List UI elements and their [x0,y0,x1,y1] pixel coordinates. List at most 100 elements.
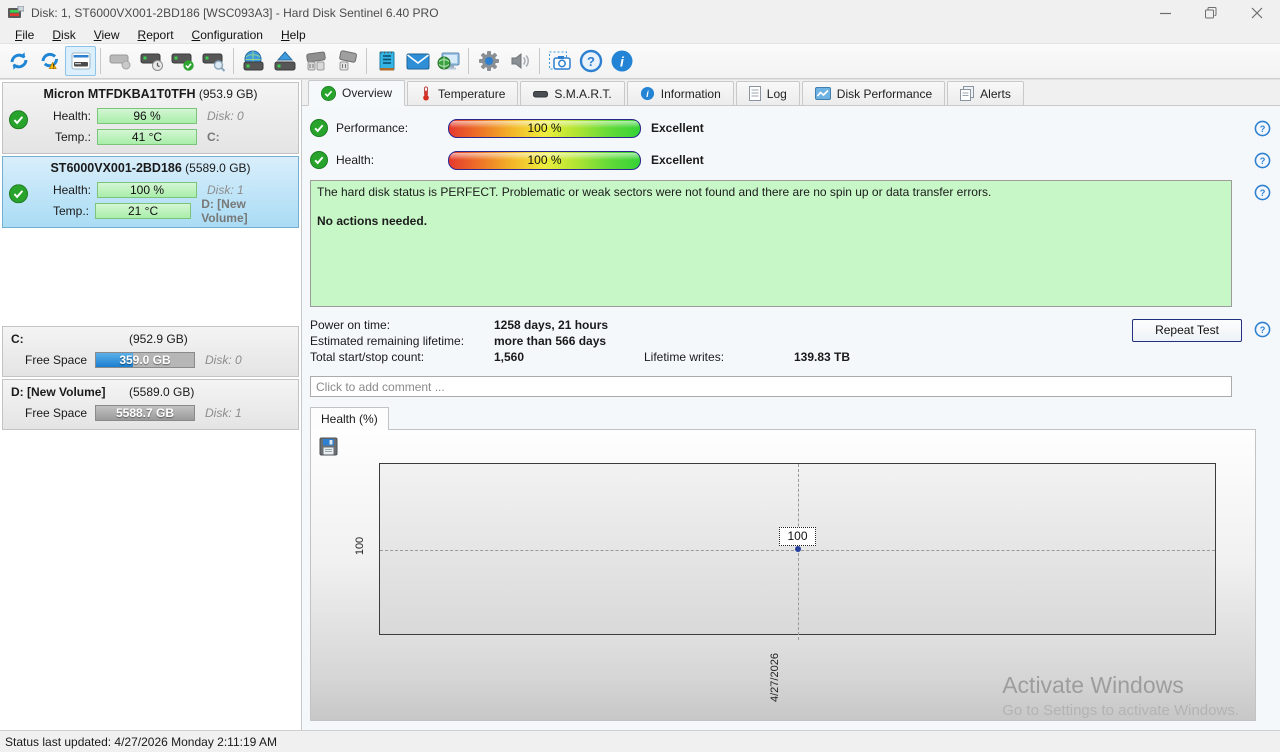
disk-number: Disk: 1 [207,182,244,197]
disk-item-seagate[interactable]: ST6000VX001-2BD186 (5589.0 GB) Health: 1… [2,156,299,228]
health-label: Health: [52,182,91,197]
disk-offline-icon[interactable] [105,46,136,76]
tab-information[interactable]: i Information [626,81,734,105]
repeat-test-button[interactable]: Repeat Test [1132,319,1242,342]
screenshot-camera-icon[interactable] [544,46,575,76]
toolbar-separator [539,48,540,74]
power-on-value: 1258 days, 21 hours [494,318,609,332]
disk-number: Disk: 1 [205,405,242,420]
tab-alerts[interactable]: Alerts [947,81,1024,105]
performance-ok-icon [310,119,328,137]
performance-chart-icon [814,87,831,100]
health-bar: 100 % [448,150,641,170]
help-icon[interactable]: ? [1254,152,1271,169]
network-monitor-icon[interactable] [433,46,464,76]
comment-input[interactable] [310,376,1232,397]
disk-clock-icon[interactable] [136,46,167,76]
menu-view[interactable]: View [85,27,129,43]
overview-content: Performance: 100 % Excellent ? Health: 1… [302,106,1280,730]
disk-plug-icon[interactable] [331,46,362,76]
app-logo-icon [8,5,25,20]
minimize-button[interactable] [1142,0,1188,26]
overview-check-icon [321,85,336,101]
disk-accept-icon[interactable] [167,46,198,76]
help-icon[interactable]: ? [1254,321,1271,338]
temp-bar: 41 °C [97,128,197,145]
data-point-label: 100 [779,527,816,546]
remaining-lifetime-value: more than 566 days [494,334,607,348]
free-space-bar: 5588.7 GB [95,404,195,421]
windows-activation-watermark: Activate Windows Go to Settings to activ… [1002,672,1239,719]
close-button[interactable] [1234,0,1280,26]
disk-eject-icon[interactable] [269,46,300,76]
disk-network-icon[interactable] [238,46,269,76]
remaining-lifetime-label: Estimated remaining lifetime: [310,334,465,348]
volume-size: (5589.0 GB) [129,385,195,399]
tab-overview[interactable]: Overview [308,80,406,106]
health-ok-icon [310,151,328,169]
disk-title: Micron MTFDKBA1T0TFH (953.9 GB) [43,87,258,101]
disk-ok-icon [9,184,28,206]
refresh-icon[interactable] [3,46,34,76]
disk-search-icon[interactable] [198,46,229,76]
tab-log[interactable]: Log [735,81,800,105]
menu-disk[interactable]: Disk [43,27,84,43]
settings-gear-icon[interactable] [473,46,504,76]
sound-icon[interactable] [504,46,535,76]
volume-letter: C: [207,129,220,144]
free-space-label: Free Space [25,352,88,367]
health-metric-row: Health: 100 % Excellent [310,148,1280,172]
tab-temperature[interactable]: Temperature [407,81,519,105]
smart-disk-icon [533,90,549,97]
temp-bar: 21 °C [94,202,192,219]
lifetime-writes-value: 139.83 TB [794,350,851,364]
free-space-bar: 359.0 GB [95,351,195,368]
refresh-warning-icon[interactable]: ! [34,46,65,76]
menu-help[interactable]: Help [272,27,315,43]
menu-file[interactable]: File [6,27,43,43]
help-icon[interactable]: ? [1254,120,1271,137]
svg-text:?: ? [1260,156,1266,166]
report-notepad-icon[interactable] [371,46,402,76]
volume-item-d[interactable]: D: [New Volume] (5589.0 GB) Free Space 5… [2,379,299,430]
disk-number: Disk: 0 [205,352,242,367]
tab-smart[interactable]: S.M.A.R.T. [520,81,625,105]
toolbar-separator [100,48,101,74]
y-axis-tick-label: 100 [354,536,367,556]
log-document-icon [748,86,761,101]
disk-list-sidebar: Micron MTFDKBA1T0TFH (953.9 GB) Health: … [0,79,302,730]
disk-unplug-icon[interactable] [300,46,331,76]
main-body: Micron MTFDKBA1T0TFH (953.9 GB) Health: … [0,79,1280,730]
help-icon[interactable]: ? [1254,184,1271,201]
mail-icon[interactable] [402,46,433,76]
help-icon[interactable]: ? [575,46,606,76]
volume-name: C: [11,332,24,346]
tab-strip: Overview Temperature S.M.A.R.T. i Inform… [302,80,1280,106]
volume-letter: D: [New Volume] [201,196,248,225]
svg-text:?: ? [1260,325,1266,335]
volume-name: D: [New Volume] [11,385,106,399]
toolbar-separator [233,48,234,74]
data-point-marker [795,546,801,552]
temp-label: Temp.: [54,129,91,144]
toolbar-separator [366,48,367,74]
info-icon[interactable]: i [606,46,637,76]
toolbar: ! ? i [0,43,1280,79]
disk-stats-section: Power on time: 1258 days, 21 hours Estim… [310,317,1280,367]
x-axis-tick-label: 4/27/2026 [769,653,781,702]
health-label: Health: [336,153,375,167]
health-chart-tab[interactable]: Health (%) [310,407,389,430]
tab-disk-performance[interactable]: Disk Performance [801,81,946,105]
power-on-label: Power on time: [310,318,391,332]
disk-item-micron[interactable]: Micron MTFDKBA1T0TFH (953.9 GB) Health: … [2,82,299,154]
menu-report[interactable]: Report [129,27,183,43]
volume-item-c[interactable]: C: (952.9 GB) Free Space 359.0 GB Disk: … [2,326,299,377]
title-bar: Disk: 1, ST6000VX001-2BD186 [WSC093A3] -… [0,0,1280,26]
information-icon: i [640,86,654,101]
menu-configuration[interactable]: Configuration [183,27,272,43]
performance-metric-row: Performance: 100 % Excellent [310,116,1280,140]
restore-button[interactable] [1188,0,1234,26]
save-chart-icon[interactable] [319,437,338,456]
disk-title: ST6000VX001-2BD186 (5589.0 GB) [50,161,251,175]
disk-panel-toggle-icon[interactable] [65,46,96,76]
